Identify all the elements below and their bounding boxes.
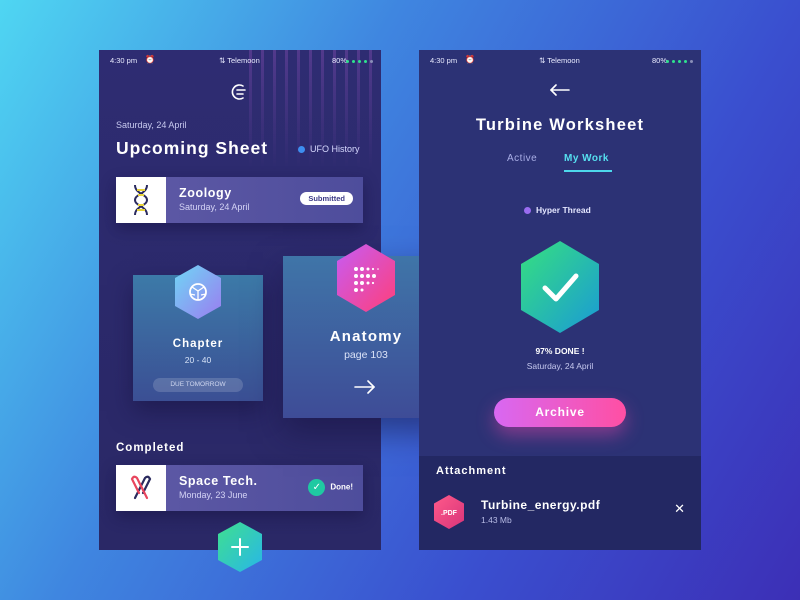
completed-heading: Completed (116, 442, 185, 454)
signal-dots-icon (663, 56, 693, 65)
pdf-file-icon: .PDF (434, 495, 464, 529)
status-time: 4:30 pm (110, 56, 138, 65)
back-arrow-icon[interactable] (550, 84, 570, 96)
done-label: Done! (330, 482, 353, 492)
signal-dots-icon (343, 56, 373, 65)
tag-dot (524, 207, 531, 214)
dna-icon (133, 184, 149, 216)
tag-ufo-history[interactable]: UFO History (298, 144, 360, 154)
chapter-title: Chapter (172, 338, 224, 350)
space-tech-title: Space Tech. (179, 474, 258, 488)
dot-grid-icon (337, 244, 395, 312)
alarm-icon: ⏰ (465, 55, 475, 64)
chapter-range: 20 - 40 (184, 355, 212, 365)
date-label: Saturday, 24 April (116, 120, 187, 130)
check-circle-icon: ✓ (308, 479, 326, 496)
tab-underline (564, 170, 612, 172)
tag-hyper-thread[interactable]: Hyper Thread (524, 205, 591, 215)
progress-date: Saturday, 24 April (526, 361, 594, 371)
space-tech-date: Monday, 23 June (179, 490, 248, 500)
checkmark-icon (521, 241, 599, 333)
turbine-worksheet-screen: 4:30 pm ⏰ ⇅ Telemoon 80% Turbine Workshe… (419, 50, 701, 550)
due-tomorrow-badge: DUE TOMORROW (153, 378, 243, 392)
status-bar: 4:30 pm ⏰ ⇅ Telemoon 80% (419, 50, 701, 70)
tab-my-work[interactable]: My Work (564, 153, 609, 164)
alarm-icon: ⏰ (145, 55, 155, 64)
ribbon-icon (130, 475, 152, 500)
status-carrier: ⇅ Telemoon (539, 56, 580, 65)
carrier-name: Telemoon (547, 56, 580, 65)
archive-button[interactable]: Archive (494, 398, 626, 427)
file-name: Turbine_energy.pdf (481, 498, 601, 512)
carrier-name: Telemoon (227, 56, 260, 65)
zoology-card[interactable]: Zoology Saturday, 24 April Submitted (116, 177, 363, 223)
pdf-badge-label: .PDF (441, 510, 458, 517)
space-tech-thumb (116, 465, 166, 511)
signal-icon: ⇅ (219, 56, 228, 65)
done-status: ✓ Done! (308, 479, 353, 496)
tag-dot (298, 146, 305, 153)
attachment-panel: Attachment .PDF Turbine_energy.pdf 1.43 … (419, 456, 701, 550)
menu-icon[interactable] (229, 83, 249, 101)
file-size: 1.43 Mb (481, 515, 512, 525)
status-bar: 4:30 pm ⏰ ⇅ Telemoon 80% (99, 50, 381, 70)
space-tech-card[interactable]: Space Tech. Monday, 23 June ✓ Done! (116, 465, 363, 511)
signal-icon: ⇅ (539, 56, 548, 65)
tag-label: UFO History (310, 144, 360, 154)
soccer-ball-icon (175, 265, 221, 319)
zoology-date: Saturday, 24 April (179, 202, 250, 212)
zoology-title: Zoology (179, 186, 232, 200)
status-time: 4:30 pm (430, 56, 458, 65)
tab-active[interactable]: Active (507, 153, 537, 164)
submitted-badge: Submitted (300, 192, 353, 205)
close-icon[interactable]: ✕ (674, 501, 685, 517)
page-title: Turbine Worksheet (475, 116, 645, 134)
status-carrier: ⇅ Telemoon (219, 56, 260, 65)
page-title: Upcoming Sheet (116, 138, 269, 158)
progress-label: 97% DONE ! (535, 346, 585, 356)
add-button[interactable] (217, 521, 263, 573)
arrow-right-icon[interactable] (354, 380, 376, 394)
tag-label: Hyper Thread (536, 205, 591, 215)
zoology-thumb (116, 177, 166, 223)
attachment-heading: Attachment (436, 465, 507, 477)
